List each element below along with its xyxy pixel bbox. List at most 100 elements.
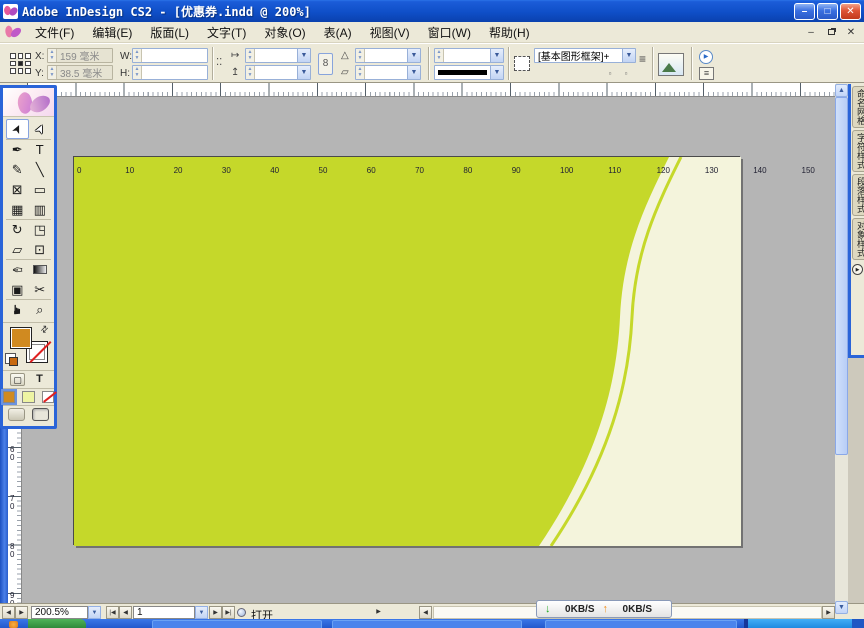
vertical-scrollbar[interactable]: ▲ ▼ [835, 84, 848, 614]
close-button[interactable]: ✕ [840, 3, 861, 20]
scale-x-field[interactable]: ▲▼ ▼ [245, 48, 311, 63]
scroll-down-icon[interactable]: ▼ [835, 601, 848, 614]
spin-arrows-icon[interactable]: ▲▼ [48, 49, 57, 62]
clear-overrides-icon[interactable]: ▫ [604, 69, 616, 79]
dropdown-arrow-icon[interactable]: ▼ [490, 66, 503, 79]
zoom-dropdown-icon[interactable]: ▼ [88, 606, 101, 619]
previous-page-icon[interactable]: ◀ [119, 606, 132, 619]
type-tool[interactable]: T [29, 139, 52, 159]
maximize-button[interactable]: □ [817, 3, 838, 20]
next-page-icon[interactable]: ▶ [209, 606, 222, 619]
menu-item[interactable]: 文件(F) [26, 21, 83, 44]
hand-tool[interactable]: ☛ [6, 299, 29, 319]
dock-tab[interactable]: 对象样式 [852, 218, 864, 260]
zoom-tool[interactable]: ⌕ [29, 299, 52, 319]
quick-apply-icon[interactable]: ▫ [620, 69, 632, 79]
fill-swatch[interactable] [10, 327, 32, 349]
eyedropper-tool[interactable]: ✑ [6, 259, 29, 279]
height-field[interactable]: ▲▼ [132, 65, 208, 80]
horizontal-grid-tool[interactable]: ▦ [6, 199, 29, 219]
spin-arrows-icon[interactable]: ▲▼ [356, 66, 365, 79]
reference-point-proxy[interactable] [10, 53, 31, 74]
menu-item[interactable]: 对象(O) [255, 21, 314, 44]
free-transform-tool[interactable]: ⊡ [29, 239, 52, 259]
direct-selection-tool[interactable]: ➤ [29, 119, 52, 139]
dropdown-arrow-icon[interactable]: ▼ [622, 49, 635, 62]
dropdown-arrow-icon[interactable]: ▼ [407, 49, 420, 62]
start-button[interactable] [28, 619, 86, 628]
formatting-affects-container-button[interactable]: ▢ [10, 373, 25, 386]
apply-none-button[interactable] [42, 391, 54, 403]
style-menu-icon[interactable]: ≡ [639, 52, 646, 66]
taskbar-button[interactable] [152, 620, 322, 628]
default-fill-stroke-icon[interactable] [5, 353, 16, 364]
dock-tab[interactable]: 段落样式 [852, 174, 864, 216]
button-tool[interactable]: ▣ [6, 279, 29, 299]
rotation-field[interactable]: ▲▼ ▼ [355, 48, 421, 63]
formatting-affects-text-button[interactable]: T [32, 373, 47, 386]
status-expand-icon[interactable]: ▶ [372, 606, 385, 619]
last-page-icon[interactable]: ▶| [222, 606, 235, 619]
stroke-style-dropdown[interactable]: ▼ [434, 65, 504, 80]
apply-color-button[interactable] [3, 391, 15, 403]
menu-item[interactable]: 版面(L) [141, 21, 198, 44]
selection-tool[interactable]: ➤ [6, 119, 29, 139]
normal-view-button[interactable] [8, 408, 25, 421]
spin-arrows-icon[interactable]: ▲▼ [133, 49, 142, 62]
y-position-field[interactable]: ▲▼ 38.5 毫米 [47, 65, 113, 80]
apply-gradient-button[interactable] [22, 391, 34, 403]
dock-expand-icon[interactable]: ▶ [852, 264, 863, 275]
minimize-button[interactable]: – [794, 3, 815, 20]
menu-item[interactable]: 编辑(E) [83, 21, 141, 44]
shear-field[interactable]: ▲▼ ▼ [355, 65, 421, 80]
spin-arrows-icon[interactable]: ▲▼ [48, 66, 57, 79]
swap-fill-stroke-icon[interactable]: ⇄ [38, 323, 51, 336]
spin-arrows-icon[interactable]: ▲▼ [435, 49, 444, 62]
x-position-field[interactable]: ▲▼ 159 毫米 [47, 48, 113, 63]
document-page[interactable] [73, 156, 740, 545]
menu-item[interactable]: 窗口(W) [419, 21, 480, 44]
menu-item[interactable]: 帮助(H) [480, 21, 539, 44]
scroll-up-icon[interactable]: ▲ [835, 84, 848, 97]
document-minimize-icon[interactable]: – [804, 26, 818, 39]
vertical-scroll-thumb[interactable] [835, 97, 848, 455]
rotate-tool[interactable]: ↻ [6, 219, 29, 239]
stroke-weight-field[interactable]: ▲▼ ▼ [434, 48, 504, 63]
dropdown-arrow-icon[interactable]: ▼ [297, 49, 310, 62]
dropdown-arrow-icon[interactable]: ▼ [297, 66, 310, 79]
vertical-grid-tool[interactable]: ▥ [29, 199, 52, 219]
dropdown-arrow-icon[interactable]: ▼ [407, 66, 420, 79]
menu-item[interactable]: 文字(T) [198, 21, 255, 44]
taskbar-button[interactable] [545, 620, 737, 628]
hscroll-left-icon[interactable]: ◀ [419, 606, 432, 619]
status-scroll-right-icon[interactable]: ▶ [15, 606, 28, 619]
dock-tab[interactable]: 命名网格 [852, 86, 864, 128]
palette-flyout-play-icon[interactable]: ▶ [699, 50, 713, 64]
spin-arrows-icon[interactable]: ▲▼ [356, 49, 365, 62]
menu-item[interactable]: 表(A) [315, 21, 361, 44]
hscroll-right-icon[interactable]: ▶ [822, 606, 835, 619]
rectangle-tool[interactable]: ▭ [29, 179, 52, 199]
scissors-tool[interactable]: ✂ [29, 279, 52, 299]
palette-list-icon[interactable]: ≡ [699, 67, 714, 80]
object-style-dropdown[interactable]: [基本图形框架]+ ▼ [534, 48, 636, 63]
pen-tool[interactable]: ✒ [6, 139, 29, 159]
width-field[interactable]: ▲▼ [132, 48, 208, 63]
first-page-icon[interactable]: |◀ [106, 606, 119, 619]
frame-tool[interactable]: ⊠ [6, 179, 29, 199]
preview-view-button[interactable] [32, 408, 49, 421]
dock-tab[interactable]: 字符样式 [852, 130, 864, 172]
toolbox-header[interactable] [3, 88, 54, 117]
status-scroll-left-icon[interactable]: ◀ [2, 606, 15, 619]
shear-tool[interactable]: ▱ [6, 239, 29, 259]
toolbox-palette[interactable]: ➤➤✒T✎╲⊠▭▦▥↻◳▱⊡✑▣✂☛⌕ ⇄ ▢ T [0, 85, 57, 429]
scale-tool[interactable]: ◳ [29, 219, 52, 239]
scale-y-field[interactable]: ▲▼ ▼ [245, 65, 311, 80]
zoom-level-field[interactable]: 200.5% [31, 606, 88, 619]
page-number-field[interactable]: 1 [133, 606, 195, 619]
line-tool[interactable]: ╲ [29, 159, 52, 179]
horizontal-ruler[interactable]: 0102030405060708090100110120130140150 [0, 83, 864, 97]
constrain-link-button[interactable]: 8 [318, 53, 333, 75]
spin-arrows-icon[interactable]: ▲▼ [246, 66, 255, 79]
gradient-tool[interactable] [29, 259, 52, 279]
